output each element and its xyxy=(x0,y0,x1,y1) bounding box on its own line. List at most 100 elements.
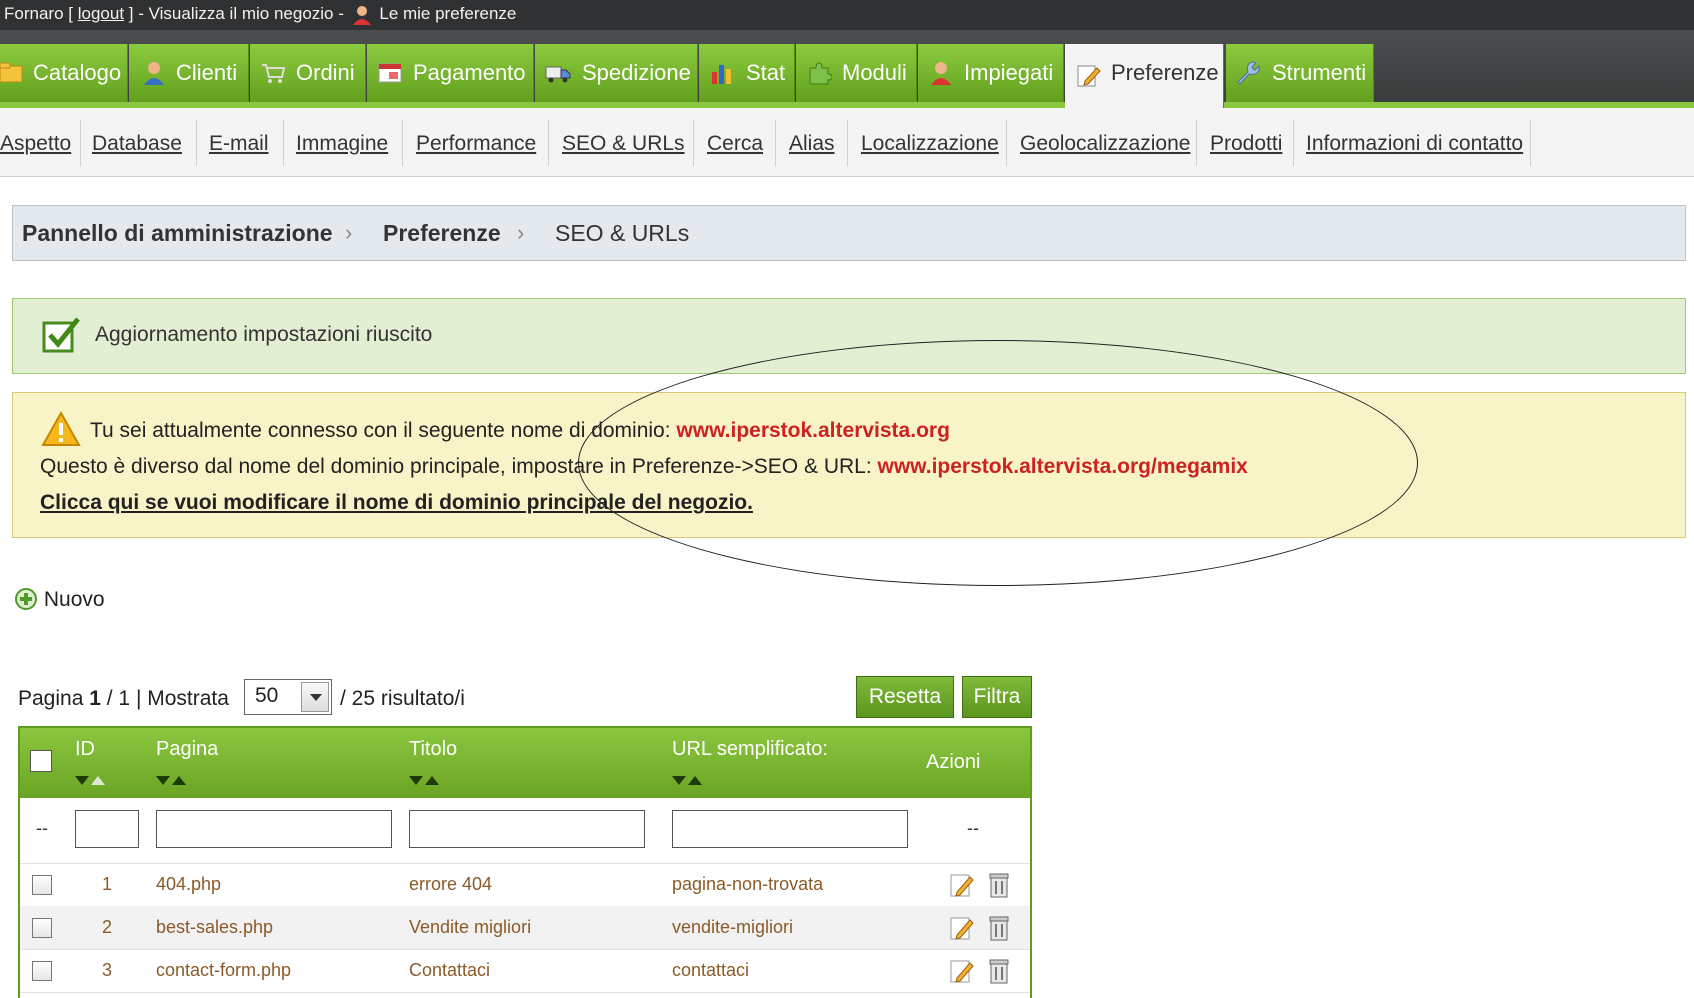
subtab-cerca[interactable]: Cerca xyxy=(707,124,763,164)
subtab-alias[interactable]: Alias xyxy=(789,124,835,164)
subtab-database[interactable]: Database xyxy=(92,124,182,164)
subtab-geolocalizzazione[interactable]: Geolocalizzazione xyxy=(1020,124,1190,164)
user-name: Fornaro [ xyxy=(4,4,73,23)
current-page: 1 xyxy=(89,687,101,710)
sort-url xyxy=(672,776,702,786)
tab-moduli[interactable]: Moduli xyxy=(796,44,917,102)
row-url: vendite-migliori xyxy=(672,917,794,937)
tab-spedizione[interactable]: Spedizione xyxy=(535,44,698,102)
divider xyxy=(283,120,284,166)
row-id: 2 xyxy=(102,917,113,937)
pagination-prefix: Pagina xyxy=(18,687,84,710)
breadcrumb-admin[interactable]: Pannello di amministrazione xyxy=(22,206,333,260)
row-checkbox[interactable] xyxy=(32,918,52,938)
warning-line1-text: Tu sei attualmente connesso con il segue… xyxy=(90,419,671,442)
filter-row: -- -- xyxy=(20,798,1030,864)
subtab-aspetto[interactable]: Aspetto xyxy=(0,124,71,164)
sort-desc-icon[interactable] xyxy=(156,776,170,785)
row-checkbox[interactable] xyxy=(32,961,52,981)
truck-icon xyxy=(545,66,571,83)
sort-desc-icon[interactable] xyxy=(672,776,686,785)
breadcrumb-current: SEO & URLs xyxy=(555,220,690,246)
tab-strumenti[interactable]: Strumenti xyxy=(1226,44,1374,102)
folder-icon xyxy=(0,62,23,83)
view-shop-text[interactable]: ] - Visualizza il mio negozio - xyxy=(129,4,344,23)
new-button[interactable]: Nuovo xyxy=(14,587,105,612)
row-checkbox[interactable] xyxy=(32,875,52,895)
filter-dash: -- xyxy=(967,818,979,838)
tab-stat[interactable]: Stat xyxy=(699,44,795,102)
filter-dash: -- xyxy=(36,818,48,838)
tab-preferenze[interactable]: Preferenze xyxy=(1065,44,1224,108)
breadcrumb: Pannello di amministrazione › Preferenze… xyxy=(12,205,1686,261)
divider xyxy=(693,120,694,166)
sort-asc-icon[interactable] xyxy=(425,776,439,785)
tab-clienti[interactable]: Clienti xyxy=(129,44,249,102)
row-id: 1 xyxy=(102,874,113,894)
subtab-seo-urls[interactable]: SEO & URLs xyxy=(562,124,685,164)
delete-icon[interactable] xyxy=(986,957,1012,985)
sort-asc-icon[interactable] xyxy=(172,776,186,785)
warning-line1: Tu sei attualmente connesso con il segue… xyxy=(90,419,950,443)
add-icon xyxy=(15,588,37,610)
edit-icon[interactable] xyxy=(949,871,975,899)
edit-icon[interactable] xyxy=(949,957,975,985)
results-count: / 25 risultato/i xyxy=(340,687,465,710)
filter-url-input[interactable] xyxy=(672,810,908,848)
divider xyxy=(847,120,848,166)
header-url: URL semplificato: xyxy=(672,738,828,760)
subtab-localizzazione[interactable]: Localizzazione xyxy=(861,124,999,164)
table-row[interactable]: 2 best-sales.php Vendite migliori vendit… xyxy=(20,906,1030,950)
warning-line2-text: Questo è diverso dal nome del dominio pr… xyxy=(40,455,872,478)
my-preferences-link[interactable]: Le mie preferenze xyxy=(379,4,516,23)
divider xyxy=(1006,120,1007,166)
user-icon xyxy=(144,62,164,85)
chevron-down-icon[interactable] xyxy=(301,682,329,712)
sort-asc-icon[interactable] xyxy=(688,776,702,785)
subtab-immagine[interactable]: Immagine xyxy=(296,124,388,164)
table-row[interactable]: 3 contact-form.php Contattaci contattaci xyxy=(20,949,1030,993)
subtab-informazioni-contatto[interactable]: Informazioni di contatto xyxy=(1306,124,1523,164)
filter-title-input[interactable] xyxy=(409,810,645,848)
filter-page-input[interactable] xyxy=(156,810,392,848)
header-actions: Azioni xyxy=(926,751,981,773)
seo-urls-table: ID Pagina Titolo URL semplificato: Azion… xyxy=(18,726,1032,998)
header-id: ID xyxy=(75,738,95,760)
person-icon xyxy=(352,5,371,25)
delete-icon[interactable] xyxy=(986,871,1012,899)
tab-pagamento[interactable]: Pagamento xyxy=(367,44,534,102)
divider xyxy=(1293,120,1294,166)
subtab-performance[interactable]: Performance xyxy=(416,124,536,164)
breadcrumb-preferenze[interactable]: Preferenze xyxy=(383,206,501,260)
sort-desc-icon[interactable] xyxy=(75,776,89,785)
change-domain-link[interactable]: Clicca qui se vuoi modificare il nome di… xyxy=(40,491,753,515)
subtab-prodotti[interactable]: Prodotti xyxy=(1210,124,1282,164)
reset-button[interactable]: Resetta xyxy=(856,676,954,718)
edit-icon xyxy=(1077,65,1101,87)
tab-impiegati[interactable]: Impiegati xyxy=(918,44,1064,102)
pagination-total: / 1 | Mostrata xyxy=(106,687,229,710)
warning-line2: Questo è diverso dal nome del dominio pr… xyxy=(40,455,1248,479)
per-page-value: 50 xyxy=(255,684,279,707)
select-all-checkbox[interactable] xyxy=(30,750,52,772)
subtab-email[interactable]: E-mail xyxy=(209,124,269,164)
edit-icon[interactable] xyxy=(949,914,975,942)
per-page-select[interactable]: 50 xyxy=(244,679,332,715)
table-row[interactable]: 1 404.php errore 404 pagina-non-trovata xyxy=(20,863,1030,907)
cart-icon xyxy=(262,64,286,83)
divider xyxy=(548,120,549,166)
filter-id-input[interactable] xyxy=(75,810,139,848)
tab-ordini[interactable]: Ordini xyxy=(250,44,366,102)
chevron-right-icon: › xyxy=(345,220,353,245)
top-bar: Fornaro [ logout ] - Visualizza il mio n… xyxy=(0,0,1694,30)
sort-desc-icon[interactable] xyxy=(409,776,423,785)
filter-button[interactable]: Filtra xyxy=(962,676,1032,718)
delete-icon[interactable] xyxy=(986,914,1012,942)
tab-catalogo[interactable]: Catalogo xyxy=(0,44,128,102)
sort-asc-icon[interactable] xyxy=(91,776,105,785)
chevron-right-icon: › xyxy=(517,220,525,245)
logout-link[interactable]: logout xyxy=(78,4,124,23)
current-domain: www.iperstok.altervista.org xyxy=(676,419,950,442)
row-id: 3 xyxy=(102,960,113,980)
checkbox-checked-icon xyxy=(42,317,80,353)
